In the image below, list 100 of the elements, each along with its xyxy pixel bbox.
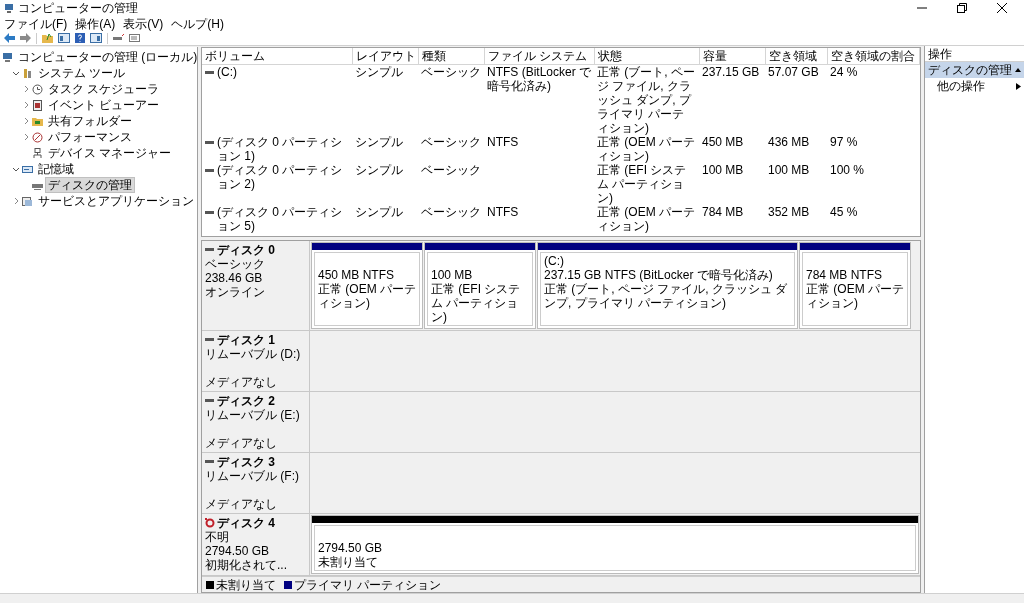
restore-icon: [957, 3, 967, 13]
partition-size: 2794.50 GB: [318, 541, 384, 555]
table-cell: 436 MB: [768, 134, 810, 149]
gauge-icon: [32, 131, 43, 143]
submenu-arrow-icon: [1016, 82, 1021, 90]
table-cell: ベーシック: [421, 204, 481, 219]
column-header[interactable]: 状態: [597, 48, 622, 63]
tree-item[interactable]: システム ツール: [35, 65, 129, 81]
disk-type: ベーシック: [205, 257, 266, 271]
forward-icon[interactable]: [20, 33, 31, 43]
column-header[interactable]: ファイル システム: [487, 48, 587, 63]
partition-size: 100 MB: [431, 268, 474, 282]
table-cell: 100 %: [830, 162, 865, 177]
partition-status: 未割り当て: [318, 555, 379, 569]
partition-label: (C:): [544, 254, 565, 268]
panel-icon[interactable]: [58, 33, 70, 43]
log-icon: [32, 99, 43, 111]
table-cell: 100 MB: [702, 162, 744, 177]
action-item[interactable]: 他の操作: [925, 78, 1024, 94]
collapse-icon: [1015, 67, 1021, 73]
table-cell: シンプル: [355, 162, 403, 177]
table-cell: 784 MB: [702, 204, 744, 219]
column-header[interactable]: 種類: [421, 48, 446, 63]
column-header[interactable]: レイアウト: [355, 48, 416, 63]
partition-block[interactable]: 2794.50 GB 未割り当て: [311, 515, 919, 574]
disk-status: メディアなし: [205, 497, 278, 511]
table-cell: 97 %: [830, 134, 858, 149]
column-header[interactable]: 空き領域: [768, 48, 817, 63]
menu-item[interactable]: ヘルプ(H): [171, 16, 224, 31]
volume-icon: [205, 138, 214, 146]
table-cell: 57.07 GB: [768, 64, 819, 79]
disk-name: ディスク 2: [217, 394, 275, 408]
volume-icon: [205, 208, 214, 216]
disk-name: ディスク 3: [217, 455, 275, 469]
disk-type: リムーバブル (E:): [205, 408, 301, 422]
disk-type: リムーバブル (F:): [205, 469, 300, 483]
volume-icon: [205, 166, 214, 174]
disk-name: ディスク 1: [217, 333, 275, 347]
column-header[interactable]: 容量: [702, 48, 727, 63]
table-cell: ベーシック: [421, 134, 481, 149]
computer-icon: [2, 51, 13, 63]
partition-status: 正常 (ブート, ページ ファイル, クラッシュ ダンプ, プライマリ パーティション): [544, 282, 789, 310]
folder-icon[interactable]: [42, 33, 53, 43]
panel-icon[interactable]: [90, 33, 102, 43]
tree-item[interactable]: パフォーマンス: [45, 129, 135, 145]
help-icon[interactable]: [75, 33, 85, 43]
partition-size: 784 MB NTFS: [806, 268, 884, 282]
table-cell-text: (ディスク 0 パーティション 1): [217, 134, 344, 163]
disk-status: 初期化されて...: [205, 558, 288, 572]
table-cell: 352 MB: [768, 204, 810, 219]
tree-item[interactable]: サービスとアプリケーション: [35, 193, 197, 209]
table-cell: 45 %: [830, 204, 858, 219]
table-cell: 正常 (OEM パーティション): [597, 204, 695, 233]
table-cell: NTFS (BitLocker で暗号化済み): [487, 64, 591, 93]
volume-icon: [205, 68, 214, 76]
table-cell: (C:): [217, 64, 237, 79]
drive-icon[interactable]: [113, 33, 124, 43]
table-cell: 24 %: [830, 64, 858, 79]
column-header[interactable]: ボリューム: [205, 48, 265, 63]
tree-item[interactable]: ディスクの管理: [45, 177, 135, 193]
partition-status: 正常 (OEM パーティション): [318, 282, 416, 310]
table-cell-text: (ディスク 0 パーティション 5): [217, 204, 344, 233]
actions-section[interactable]: ディスクの管理: [925, 62, 1024, 78]
tools-icon: [22, 67, 33, 79]
partition-status: 正常 (EFI システム パーティション): [431, 282, 522, 324]
menu-item[interactable]: 操作(A): [75, 16, 116, 31]
disk-size: 238.46 GB: [205, 271, 264, 285]
disk-size: 2794.50 GB: [205, 544, 271, 558]
disk-name: ディスク 4: [217, 516, 275, 530]
legend-label: プライマリ パーティション: [294, 577, 442, 592]
app-icon: [4, 3, 14, 13]
menu-item[interactable]: ファイル(F): [4, 16, 68, 31]
tree-item[interactable]: 記憶域: [35, 161, 77, 177]
tree-item[interactable]: 共有フォルダー: [45, 113, 135, 129]
table-cell: シンプル: [355, 64, 403, 79]
table-cell: NTFS: [487, 204, 519, 219]
tree-item[interactable]: タスク スケジューラ: [45, 81, 163, 97]
close-icon: [997, 3, 1007, 13]
tree-item[interactable]: コンピューターの管理 (ローカル): [15, 49, 201, 65]
table-cell: シンプル: [355, 134, 403, 149]
device-icon: [32, 147, 43, 159]
partition-block[interactable]: 450 MB NTFS 正常 (OEM パーティション): [311, 242, 423, 329]
list-icon[interactable]: [129, 33, 140, 43]
tree-item[interactable]: デバイス マネージャー: [45, 145, 175, 161]
partition-block[interactable]: 100 MB 正常 (EFI システム パーティション): [424, 242, 536, 329]
menu-item[interactable]: 表示(V): [123, 16, 164, 31]
table-cell: ベーシック: [421, 64, 481, 79]
disk-status: メディアなし: [205, 436, 278, 450]
table-cell: ベーシック: [421, 162, 481, 177]
partition-size: 237.15 GB NTFS (BitLocker で暗号化済み): [544, 268, 774, 282]
table-cell: 正常 (OEM パーティション): [597, 134, 695, 163]
partition-block[interactable]: (C:) 237.15 GB NTFS (BitLocker で暗号化済み) 正常 (ブート, ページ ファイル, クラッシュ ダンプ, プライマリ パーティション): [537, 242, 798, 329]
column-header[interactable]: 空き領域の割合: [830, 48, 915, 63]
disk-name: ディスク 0: [217, 243, 275, 257]
table-cell: 237.15 GB: [702, 64, 760, 79]
back-icon[interactable]: [4, 33, 15, 43]
partition-block[interactable]: 784 MB NTFS 正常 (OEM パーティション): [799, 242, 911, 329]
tree-item[interactable]: イベント ビューアー: [45, 97, 163, 113]
legend-label: 未割り当て: [216, 577, 276, 592]
disk-status: オンライン: [205, 285, 266, 299]
